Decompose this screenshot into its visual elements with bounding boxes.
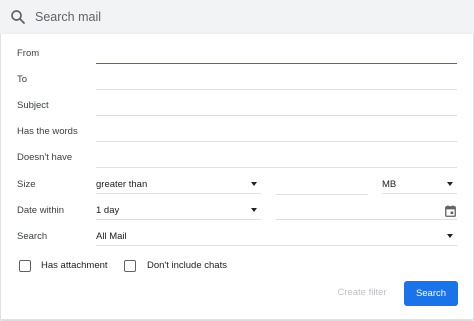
search-scope-select[interactable]: All Mail <box>96 226 457 246</box>
search-bar[interactable]: Search mail <box>0 0 474 34</box>
from-label: From <box>17 48 40 59</box>
size-operator-value: greater than <box>96 179 148 190</box>
search-button[interactable]: Search <box>404 281 458 306</box>
search-scope-row: Search All Mail <box>1 226 473 248</box>
date-field[interactable] <box>276 200 457 220</box>
has-attachment-label[interactable]: Has attachment <box>41 260 108 272</box>
has-words-label: Has the words <box>17 126 78 137</box>
chevron-down-icon <box>447 234 453 238</box>
size-operator-select[interactable]: greater than <box>96 174 261 194</box>
from-row: From <box>1 43 473 65</box>
doesnt-have-label: Doesn't have <box>17 152 73 163</box>
advanced-search-panel: From To Subject Has the words Doesn't ha… <box>0 34 474 320</box>
search-icon[interactable] <box>9 8 27 26</box>
subject-field[interactable] <box>96 95 457 116</box>
date-within-label: Date within <box>17 205 64 216</box>
doesnt-have-field[interactable] <box>96 147 457 168</box>
date-within-value: 1 day <box>96 205 120 216</box>
has-words-row: Has the words <box>1 121 473 143</box>
search-scope-value: All Mail <box>96 231 127 242</box>
dont-include-chats-label[interactable]: Don't include chats <box>147 260 227 272</box>
size-label: Size <box>17 179 36 190</box>
size-unit-value: MB <box>382 179 397 190</box>
size-row: Size greater than MB <box>1 174 473 196</box>
has-attachment-checkbox[interactable] <box>19 260 31 272</box>
search-input[interactable]: Search mail <box>35 9 101 25</box>
has-words-field[interactable] <box>96 121 457 142</box>
calendar-icon[interactable] <box>445 204 456 217</box>
size-unit-select[interactable]: MB <box>382 174 457 194</box>
chevron-down-icon <box>251 208 257 212</box>
date-within-select[interactable]: 1 day <box>96 200 261 220</box>
chevron-down-icon <box>447 182 453 186</box>
subject-label: Subject <box>17 100 49 111</box>
search-scope-label: Search <box>17 231 48 242</box>
subject-row: Subject <box>1 95 473 117</box>
dont-include-chats-checkbox[interactable] <box>124 260 136 272</box>
to-row: To <box>1 69 473 91</box>
size-value-field[interactable] <box>276 174 368 195</box>
to-label: To <box>17 74 28 85</box>
create-filter-button[interactable]: Create filter <box>324 281 400 305</box>
chevron-down-icon <box>251 182 257 186</box>
doesnt-have-row: Doesn't have <box>1 147 473 169</box>
to-field[interactable] <box>96 69 457 90</box>
from-field[interactable] <box>96 43 457 64</box>
checkbox-row: Has attachment Don't include chats <box>1 256 473 278</box>
date-within-row: Date within 1 day <box>1 200 473 222</box>
